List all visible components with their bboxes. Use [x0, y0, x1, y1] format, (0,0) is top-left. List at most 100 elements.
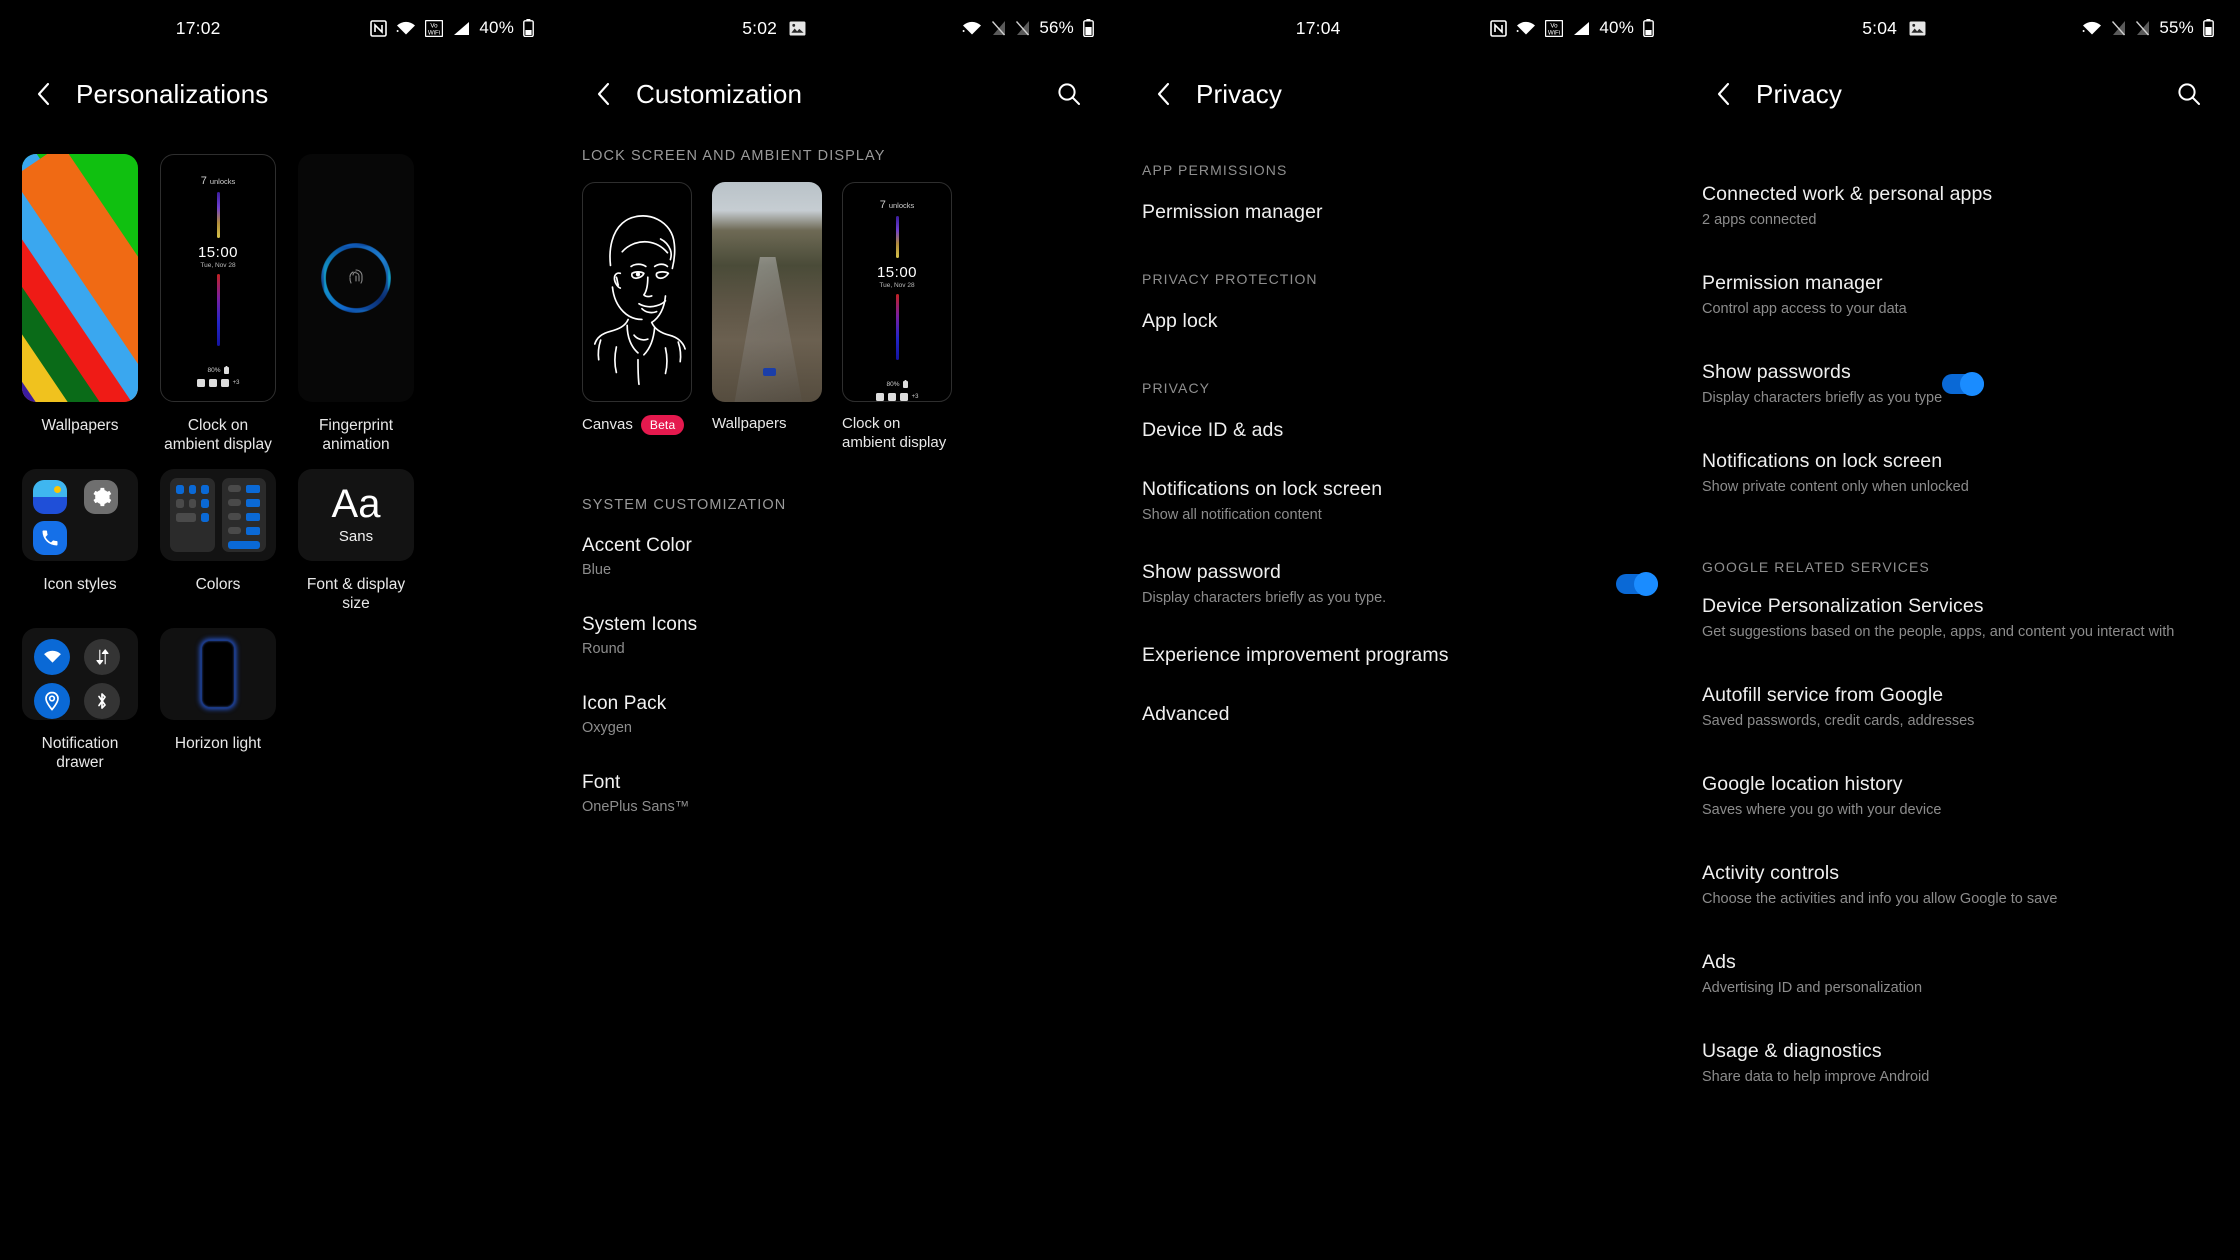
font-sample: Aa: [331, 482, 381, 527]
aod-battery-text: 80%: [886, 380, 900, 388]
list-item-permission-manager[interactable]: Permission manager Control app access to…: [1680, 245, 2240, 334]
list-item-app-lock[interactable]: App lock: [1120, 291, 1680, 350]
list-item-title: Usage & diagnostics: [1702, 1039, 1882, 1062]
aod-unlocks-label: unlocks: [209, 177, 236, 186]
list-item-title: Font: [582, 771, 621, 793]
tile-fingerprint-animation[interactable]: Fingerprint animation: [298, 154, 414, 455]
aod-app-icons: +3: [196, 379, 239, 387]
list-item-permission-manager[interactable]: Permission manager: [1120, 182, 1680, 241]
signal-off-icon: [2111, 20, 2126, 36]
battery-icon: [1643, 19, 1654, 37]
back-icon[interactable]: [22, 72, 66, 116]
list-item-activity-controls[interactable]: Activity controls Choose the activities …: [1680, 835, 2240, 924]
horizon-light-preview: [160, 627, 276, 720]
list-item[interactable]: Font OnePlus Sans™: [582, 750, 1098, 829]
font-preview: Aa Sans: [298, 468, 414, 561]
landscape-photo: [712, 182, 822, 402]
status-battery-percent: 40%: [479, 18, 515, 37]
privacy-list: APP PERMISSIONS Permission manager PRIVA…: [1120, 162, 1680, 743]
aod-battery: 80%: [207, 366, 229, 374]
tile-label-row: Clock on ambient display: [842, 415, 952, 453]
list-item-title: Permission manager: [1142, 201, 1323, 223]
wallpaper-preview: [22, 154, 138, 402]
list-item-experience-improvement-programs[interactable]: Experience improvement programs: [1120, 625, 1680, 684]
tile-icon-styles[interactable]: Icon styles: [22, 468, 138, 614]
list-item-title: Notifications on lock screen: [1142, 478, 1383, 500]
tile-row: Icon styles Colors Aa Sans Font & displa…: [22, 468, 538, 614]
signal-off-icon: [1015, 20, 1030, 36]
signal-off-icon: [2135, 20, 2150, 36]
list-item-google-location-history[interactable]: Google location history Saves where you …: [1680, 746, 2240, 835]
list-item-connected-work-personal-apps[interactable]: Connected work & personal apps 2 apps co…: [1680, 166, 2240, 245]
list-item-notifications-on-lock-screen[interactable]: Notifications on lock screen Show privat…: [1680, 423, 2240, 512]
page-title: Privacy: [1196, 78, 1282, 109]
section-header-lock-screen: LOCK SCREEN AND AMBIENT DISPLAY: [582, 148, 886, 164]
tile-font-display-size[interactable]: Aa Sans Font & display size: [298, 468, 414, 614]
show-passwords-toggle[interactable]: [1942, 372, 1985, 397]
list-item-device-personalization-services[interactable]: Device Personalization Services Get sugg…: [1680, 579, 2240, 657]
tile-label: Clock on ambient display: [842, 415, 947, 451]
list-item-subtitle: Choose the activities and info you allow…: [1702, 890, 2058, 907]
list-item[interactable]: System Icons Round: [582, 592, 1098, 671]
tile-clock-on-ambient-display[interactable]: 7 unlocks 15:00 Tue, Nov 28 80% +3 Clock…: [842, 182, 952, 453]
tile-notification-drawer[interactable]: Notification drawer: [22, 627, 138, 773]
wifi-icon: [34, 638, 70, 675]
aod-battery-text: 80%: [207, 366, 221, 374]
status-bar: 5:02 56%: [560, 0, 1120, 56]
list-item-subtitle: Saves where you go with your device: [1702, 802, 1942, 819]
list-item-usage-diagnostics[interactable]: Usage & diagnostics Share data to help i…: [1680, 1013, 2240, 1102]
section-header-app-permissions: APP PERMISSIONS: [1142, 162, 1288, 178]
list-item-notifications-on-lock-screen[interactable]: Notifications on lock screen Show all no…: [1120, 459, 1680, 542]
list-item-device-id-ads[interactable]: Device ID & ads: [1120, 400, 1680, 459]
tile-row: Notification drawer Horizon light: [22, 627, 538, 773]
tile-canvas[interactable]: Canvas Beta: [582, 182, 692, 453]
nfc-icon: [1490, 19, 1508, 37]
tile-colors[interactable]: Colors: [160, 468, 276, 614]
search-icon[interactable]: [2166, 71, 2212, 117]
road-shape: [734, 256, 803, 402]
list-item-title: Ads: [1702, 950, 1736, 973]
tile-label: Colors: [195, 575, 241, 593]
tile-wallpapers[interactable]: Wallpapers: [712, 182, 822, 453]
list-item-ads[interactable]: Ads Advertising ID and personalization: [1680, 924, 2240, 1013]
lock-screen-tiles: Canvas Beta Wallpapers 7 unlocks 15:00 T…: [560, 182, 1120, 453]
list-item-subtitle: 2 apps connected: [1702, 212, 1817, 228]
fingerprint-icon: [349, 269, 363, 284]
back-icon[interactable]: [1142, 72, 1186, 116]
colors-card-grid: [170, 477, 215, 552]
tile-clock-on-ambient-display[interactable]: 7 unlocks 15:00 Tue, Nov 28 80% +3 Clock…: [160, 154, 276, 455]
aod-bar-bottom: [895, 294, 899, 360]
list-item[interactable]: Icon Pack Oxygen: [582, 671, 1098, 750]
list-item-title: Device Personalization Services: [1702, 595, 1984, 618]
list-item-show-passwords[interactable]: Show passwords Display characters briefl…: [1680, 334, 2240, 423]
aod-unlocks-count: 7: [879, 199, 886, 211]
back-icon[interactable]: [582, 72, 626, 116]
signal-icon: [452, 21, 470, 36]
volte-wifi-icon: Vo WiFi: [1545, 19, 1564, 37]
aod-unlocks-count: 7: [200, 175, 207, 187]
phone-app-icon: [33, 520, 67, 555]
list-item-title: Experience improvement programs: [1142, 643, 1449, 666]
list-item-title: App lock: [1142, 310, 1218, 332]
list-item[interactable]: Accent Color Blue: [582, 519, 1098, 592]
tile-label: Fingerprint animation: [318, 417, 394, 454]
tile-wallpapers[interactable]: Wallpapers: [22, 154, 138, 455]
image-icon: [1909, 20, 1926, 36]
search-icon[interactable]: [1046, 71, 1092, 117]
page-title: Personalizations: [76, 78, 269, 109]
list-item-subtitle: Blue: [582, 561, 612, 578]
list-item-show-password[interactable]: Show password Display characters briefly…: [1120, 542, 1680, 625]
tile-label: Horizon light: [174, 734, 262, 752]
status-battery-percent: 40%: [1599, 18, 1635, 37]
tile-horizon-light[interactable]: Horizon light: [160, 627, 276, 773]
page-title: Customization: [636, 78, 803, 109]
show-password-toggle[interactable]: [1616, 572, 1658, 597]
status-battery-percent: 55%: [2159, 18, 2194, 37]
back-icon[interactable]: [1702, 72, 1746, 116]
aod-unlocks-label: unlocks: [888, 201, 915, 210]
list-item-autofill-service-from-google[interactable]: Autofill service from Google Saved passw…: [1680, 657, 2240, 746]
list-item-advanced[interactable]: Advanced: [1120, 684, 1680, 743]
list-item-title: Device ID & ads: [1142, 419, 1284, 441]
nfc-icon: [370, 19, 388, 37]
list-item-subtitle: Display characters briefly as you type.: [1142, 589, 1387, 606]
